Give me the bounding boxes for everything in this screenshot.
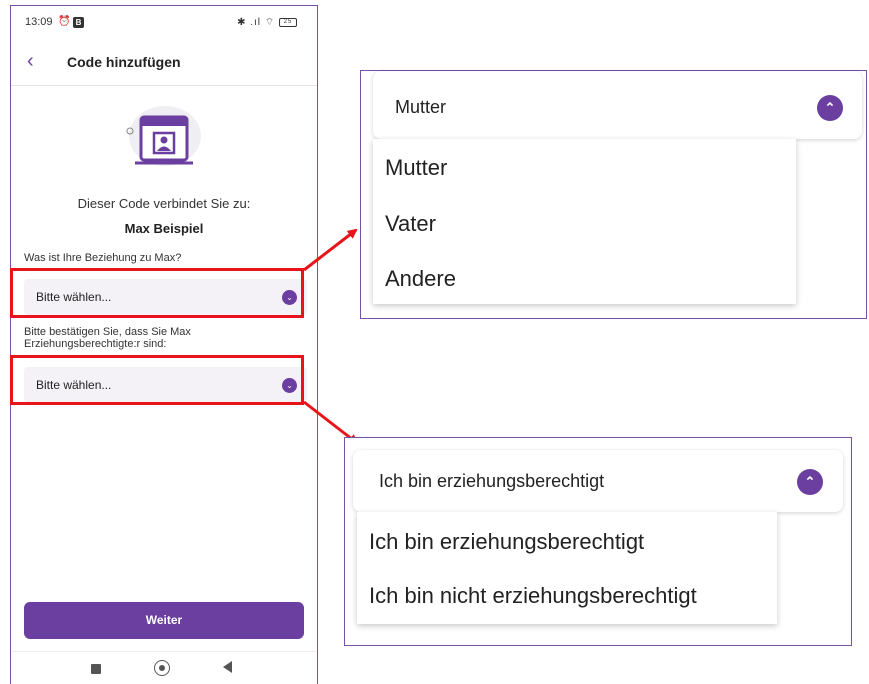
guardian-options-list: Ich bin erziehungsberechtigt Ich bin nic… [357,512,777,624]
relationship-dropdown-header[interactable]: Mutter ⌃ [373,71,862,139]
guardian-selected-value: Ich bin erziehungsberechtigt [379,471,605,491]
chevron-up-icon: ⌃ [817,95,843,121]
option-not-guardian[interactable]: Ich bin nicht erziehungsberechtigt [369,583,697,609]
option-is-guardian[interactable]: Ich bin erziehungsberechtigt [369,529,644,555]
chevron-up-icon: ⌃ [797,469,823,495]
option-mutter[interactable]: Mutter [385,155,447,181]
guardian-dropdown-header[interactable]: Ich bin erziehungsberechtigt ⌃ [353,450,843,512]
arrow-to-relationship-zoom [303,228,358,272]
option-andere[interactable]: Andere [385,266,456,292]
option-vater[interactable]: Vater [385,211,436,237]
guardian-dropdown-zoom: Ich bin erziehungsberechtigt ⌃ Ich bin e… [344,437,852,646]
relationship-options-list: Mutter Vater Andere [373,139,796,304]
relationship-dropdown-zoom: Mutter ⌃ Mutter Vater Andere [360,70,867,319]
relationship-selected-value: Mutter [395,97,447,117]
